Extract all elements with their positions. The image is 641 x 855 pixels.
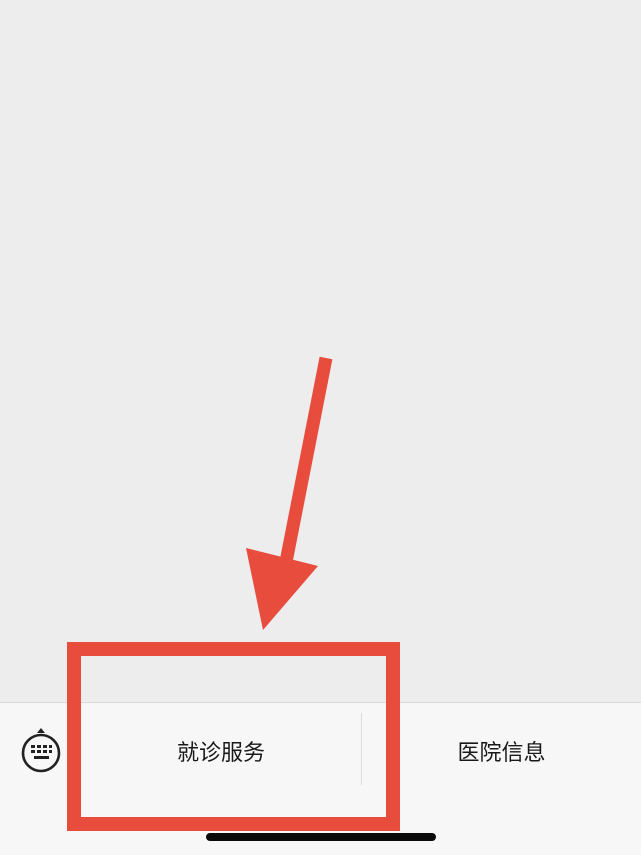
home-indicator <box>206 833 436 841</box>
menu-item-hospital-info[interactable]: 医院信息 <box>362 703 641 798</box>
menu-item-label: 就诊服务 <box>176 740 265 766</box>
keyboard-toggle-button[interactable] <box>16 727 66 777</box>
menu-item-label: 医院信息 <box>457 740 546 766</box>
chat-area <box>0 0 641 702</box>
keyboard-icon <box>16 727 66 777</box>
menu-item-medical-services[interactable]: 就诊服务 <box>80 703 362 798</box>
